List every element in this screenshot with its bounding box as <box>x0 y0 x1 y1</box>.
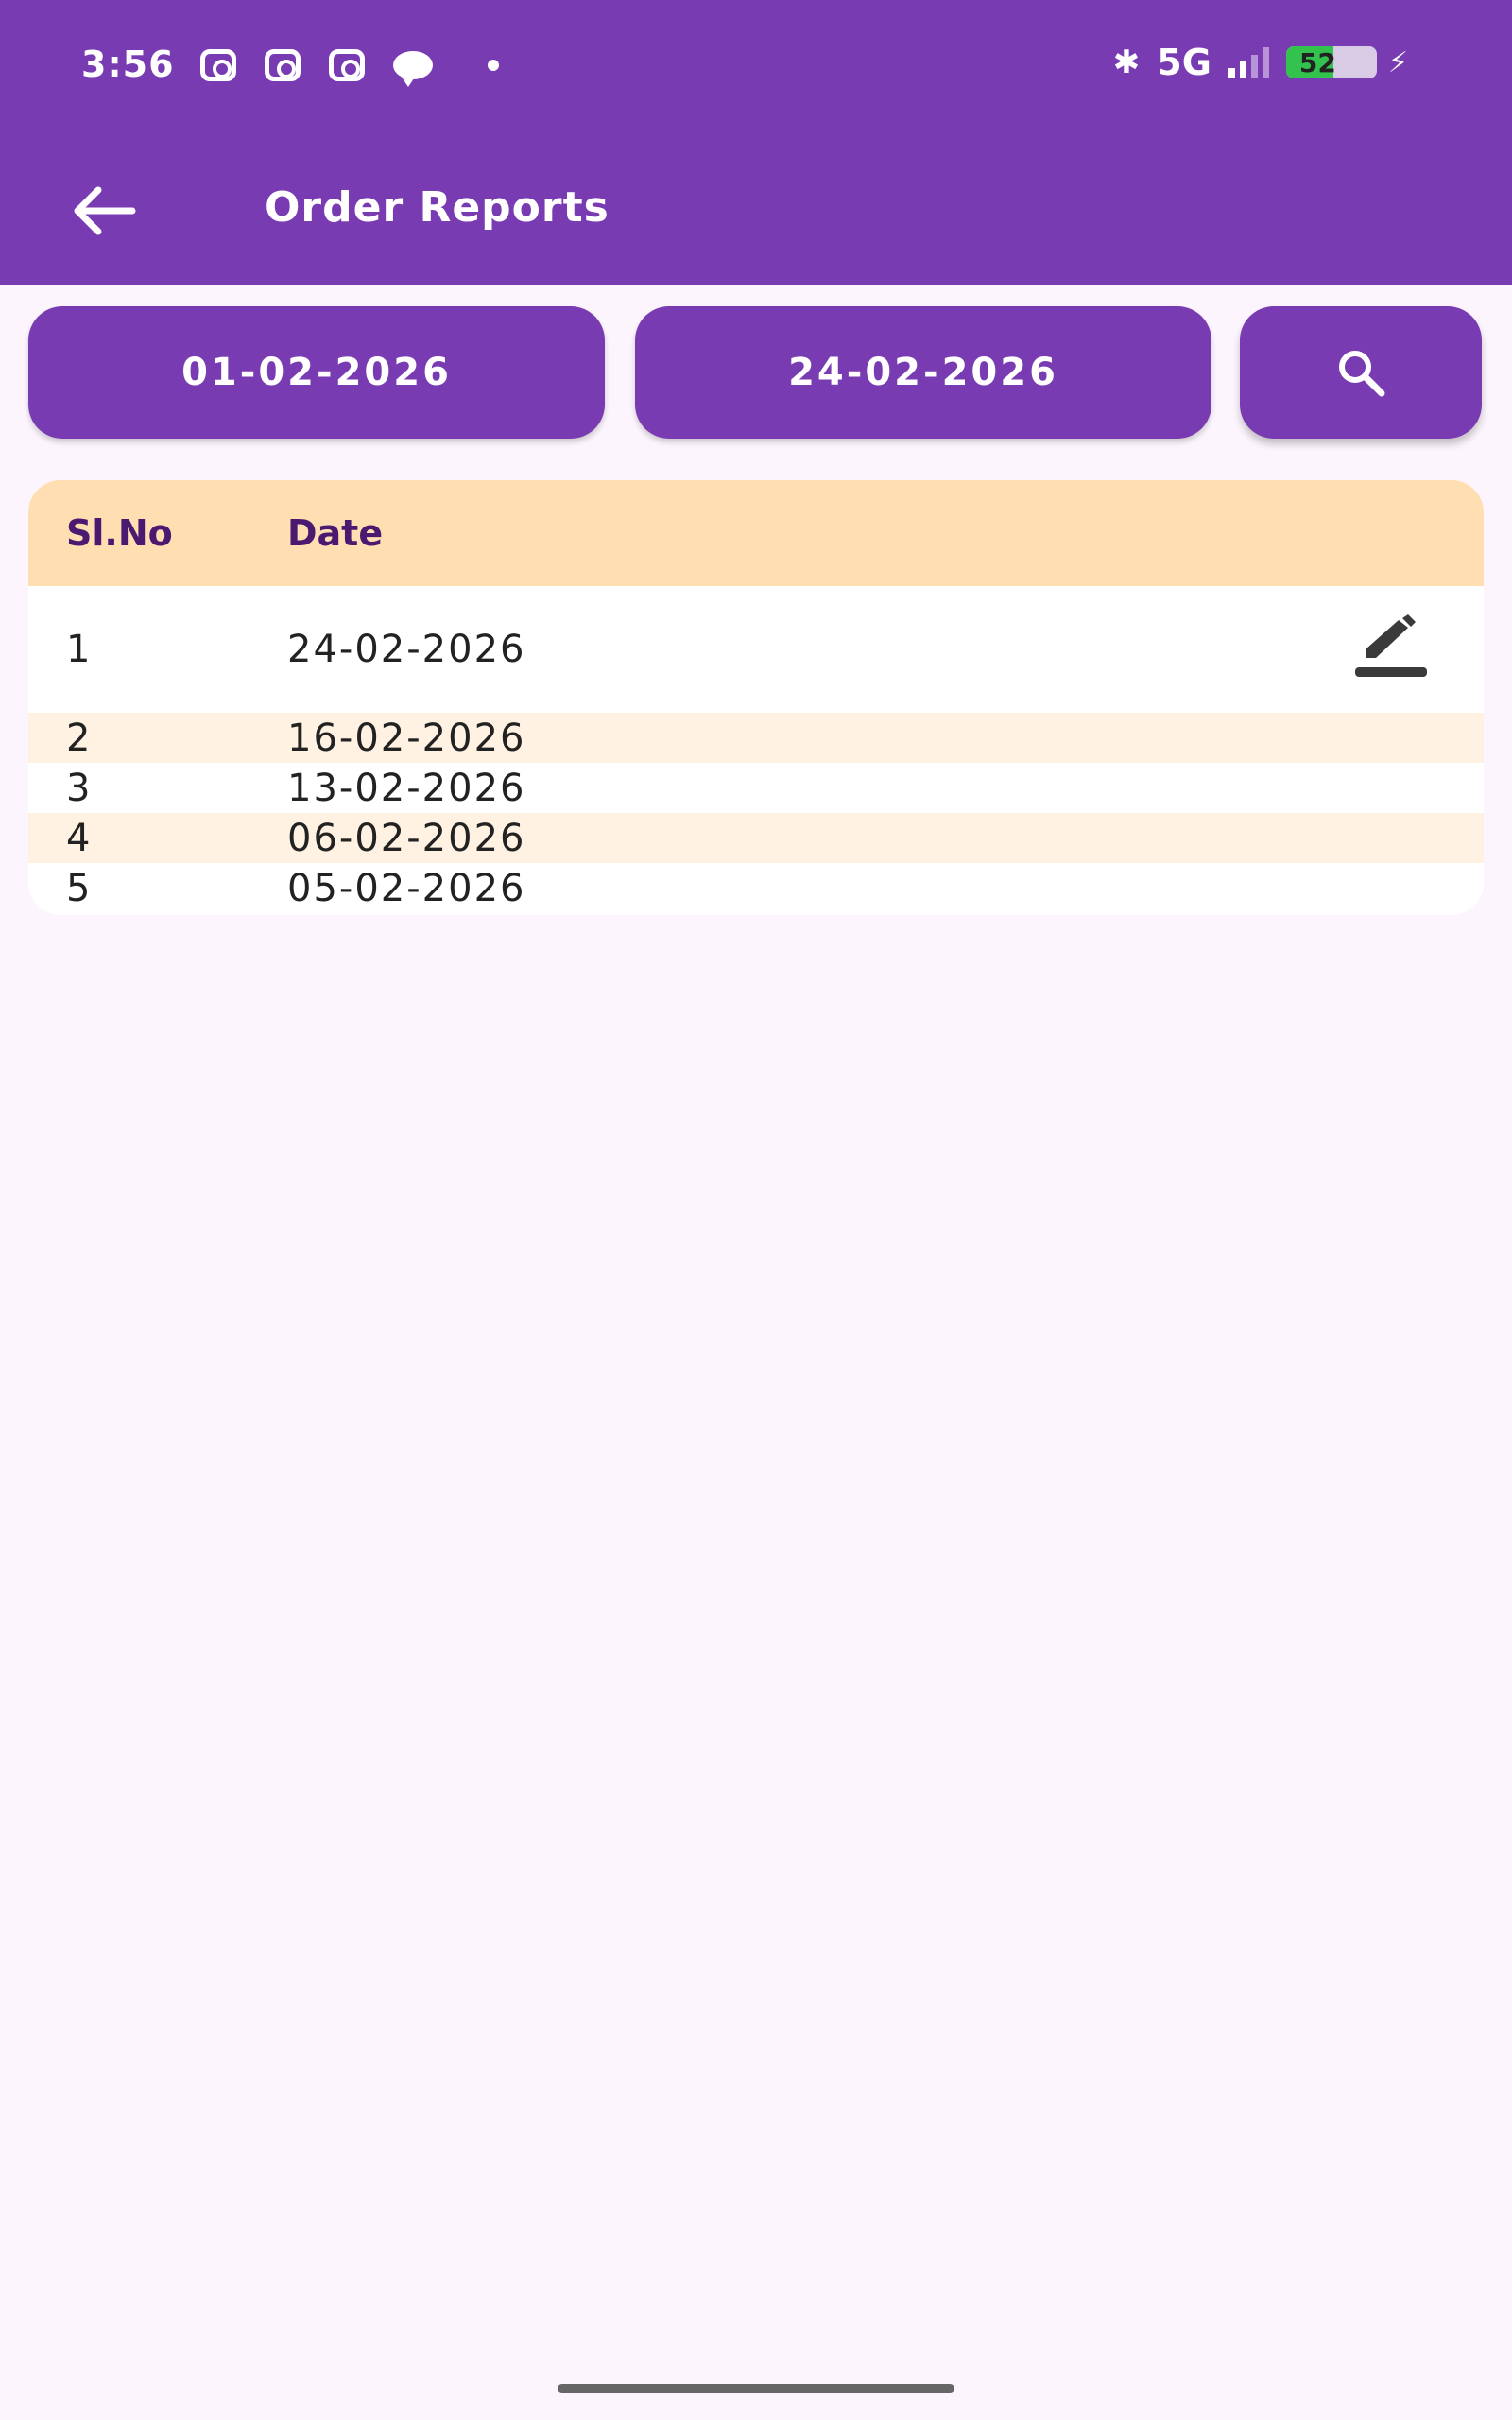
home-indicator[interactable] <box>558 2384 954 2393</box>
from-date-button[interactable]: 01-02-2026 <box>28 306 605 439</box>
chat-icon <box>393 51 433 87</box>
edit-icon[interactable] <box>1353 614 1429 681</box>
signal-icon <box>1228 47 1269 78</box>
instagram-icon <box>265 49 301 81</box>
row-date: 05-02-2026 <box>287 866 526 910</box>
search-button[interactable] <box>1240 306 1482 439</box>
page-title: Order Reports <box>265 183 610 232</box>
to-date-button[interactable]: 24-02-2026 <box>635 306 1211 439</box>
table-row[interactable]: 5 05-02-2026 <box>28 863 1484 913</box>
search-icon <box>1339 351 1385 397</box>
table-row[interactable]: 2 16-02-2026 <box>28 713 1484 763</box>
orders-table: Sl.No Date 1 24-02-2026 2 16-02-2026 3 1… <box>28 480 1484 915</box>
row-number: 3 <box>66 766 93 810</box>
arrow-left-icon[interactable] <box>70 185 138 236</box>
table-row[interactable]: 3 13-02-2026 <box>28 763 1484 813</box>
row-number: 2 <box>66 716 93 760</box>
battery-icon: 52 <box>1285 46 1377 78</box>
row-number: 4 <box>66 816 93 860</box>
instagram-icon <box>329 49 365 81</box>
notification-icons <box>200 49 499 87</box>
row-number: 1 <box>66 628 93 671</box>
dot-icon <box>488 60 499 71</box>
row-date: 16-02-2026 <box>287 716 526 760</box>
table-header: Sl.No Date <box>28 480 1484 586</box>
charging-icon: ⚡ <box>1387 45 1408 79</box>
network-type: 5G <box>1157 42 1211 83</box>
status-indicators: ✱ 5G 52 ⚡ <box>1113 42 1408 83</box>
header-sl-no: Sl.No <box>66 512 173 554</box>
row-date: 06-02-2026 <box>287 816 526 860</box>
bluetooth-icon: ✱ <box>1112 43 1141 81</box>
table-row[interactable]: 4 06-02-2026 <box>28 813 1484 863</box>
header-date: Date <box>287 512 384 554</box>
instagram-icon <box>200 49 236 81</box>
app-bar: 3:56 ✱ 5G 52 ⚡ Order Reports <box>0 0 1512 285</box>
battery-level: 52 <box>1298 46 1336 78</box>
row-date: 13-02-2026 <box>287 766 526 810</box>
status-time: 3:56 <box>81 43 175 85</box>
row-number: 5 <box>66 866 93 910</box>
row-date: 24-02-2026 <box>287 628 526 671</box>
table-row[interactable]: 1 24-02-2026 <box>28 586 1484 713</box>
